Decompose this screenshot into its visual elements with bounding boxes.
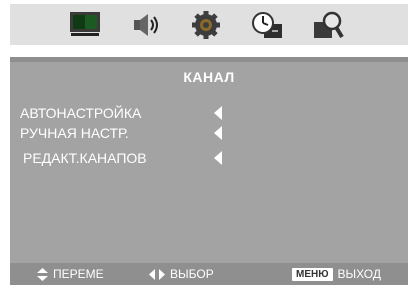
gear-icon bbox=[189, 10, 223, 40]
hint-exit: МЕНЮ ВЫХОД bbox=[292, 267, 381, 281]
panel-top-border bbox=[10, 57, 408, 62]
magnifier-icon bbox=[311, 10, 345, 40]
menu-item-auto-tuning[interactable]: АВТОНАСТРОЙКА bbox=[20, 104, 240, 122]
menu-item-label: РЕДАКТ.КАНАПОВ bbox=[23, 150, 147, 166]
menu-key-badge: МЕНЮ bbox=[292, 267, 333, 281]
menu-item-label: АВТОНАСТРОЙКА bbox=[20, 105, 142, 121]
hint-exit-label: ВЫХОД bbox=[337, 267, 381, 281]
tab-sound[interactable] bbox=[125, 8, 165, 42]
up-down-arrow-icon bbox=[37, 267, 48, 281]
tab-timer[interactable] bbox=[247, 8, 287, 42]
hint-select: ВЫБОР bbox=[149, 267, 214, 281]
hint-move-label: ПЕРЕМЕ bbox=[53, 267, 104, 281]
tab-setup[interactable] bbox=[308, 8, 348, 42]
left-right-arrow-icon bbox=[149, 268, 165, 280]
hint-move: ПЕРЕМЕ bbox=[37, 267, 104, 281]
left-arrow-icon bbox=[214, 126, 222, 140]
left-arrow-icon bbox=[214, 151, 222, 165]
menu-item-label: РУЧНАЯ НАСТР. bbox=[20, 125, 129, 141]
menu-icon-bar bbox=[10, 4, 408, 45]
osd-menu: КАНАЛ АВТОНАСТРОЙКА РУЧНАЯ НАСТР. РЕДАКТ… bbox=[10, 4, 408, 285]
clock-icon bbox=[250, 10, 284, 40]
hint-select-label: ВЫБОР bbox=[170, 267, 214, 281]
speaker-icon bbox=[128, 10, 162, 40]
footer-hint-bar: ПЕРЕМЕ ВЫБОР МЕНЮ ВЫХОД bbox=[10, 263, 408, 285]
divider bbox=[10, 45, 408, 57]
menu-item-channel-edit[interactable]: РЕДАКТ.КАНАПОВ bbox=[23, 149, 243, 167]
menu-title: КАНАЛ bbox=[183, 69, 235, 85]
monitor-icon bbox=[68, 10, 102, 40]
tab-channel[interactable] bbox=[186, 8, 226, 42]
left-arrow-icon bbox=[214, 106, 222, 120]
menu-item-manual-tuning[interactable]: РУЧНАЯ НАСТР. bbox=[20, 124, 240, 142]
tab-picture[interactable] bbox=[65, 8, 105, 42]
channel-panel: КАНАЛ АВТОНАСТРОЙКА РУЧНАЯ НАСТР. РЕДАКТ… bbox=[10, 57, 408, 263]
